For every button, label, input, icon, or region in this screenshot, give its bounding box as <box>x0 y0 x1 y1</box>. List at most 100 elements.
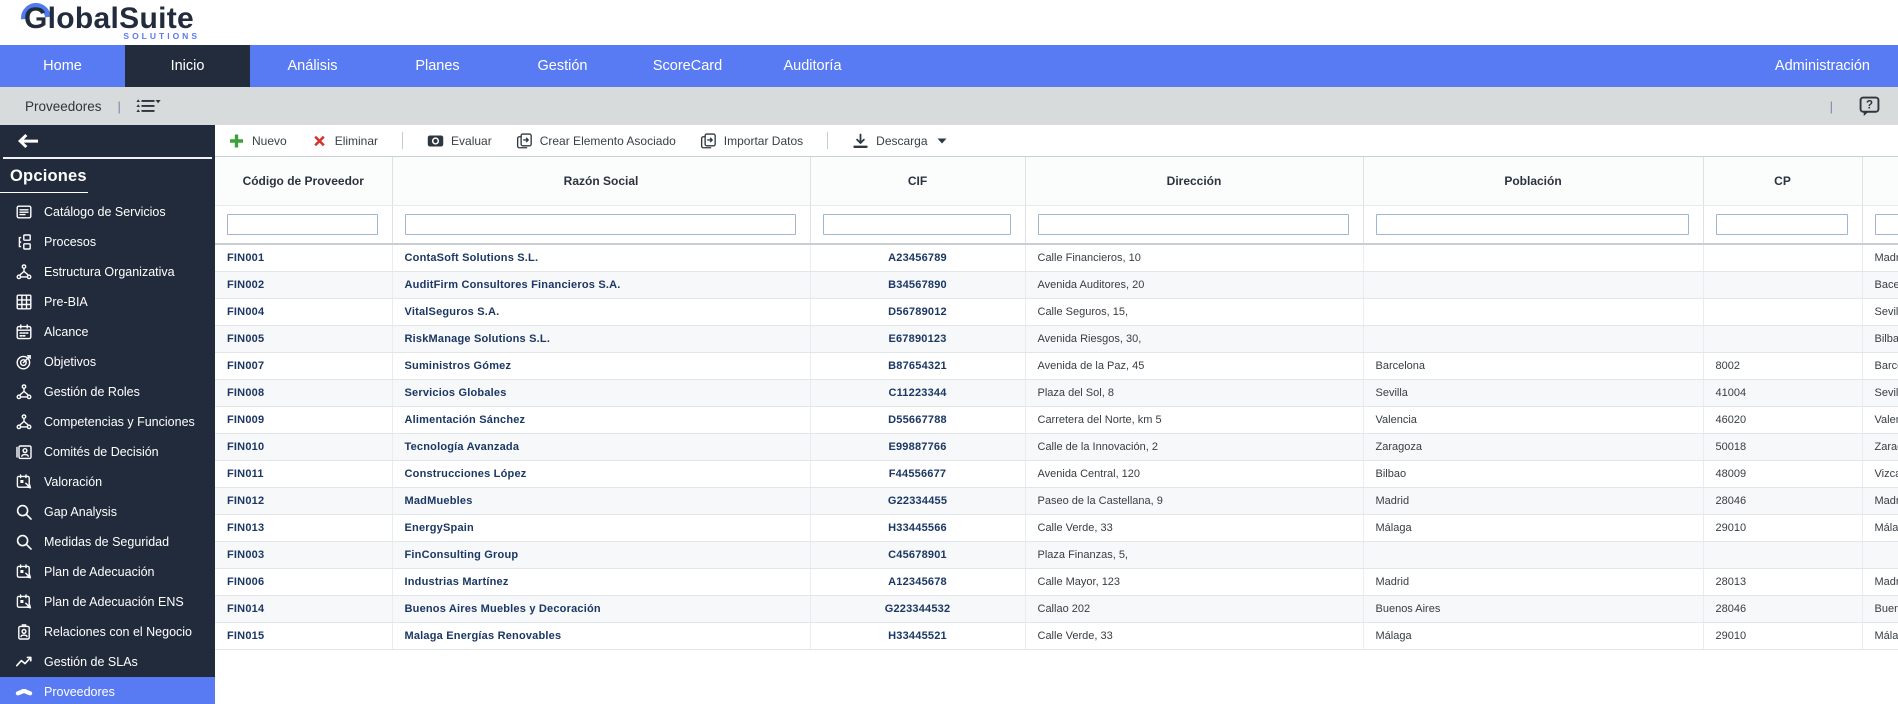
sidebar-item-valoracion[interactable]: Valoración <box>0 467 215 497</box>
column-header-razon-social[interactable]: Razón Social <box>392 157 811 206</box>
cell-cif[interactable]: F44556677 <box>810 460 1026 488</box>
cell-cif[interactable]: C45678901 <box>810 541 1026 569</box>
sidebar-item-procesos[interactable]: Procesos <box>0 227 215 257</box>
cell-cif[interactable]: G223344532 <box>810 595 1026 623</box>
nav-tab-gestion[interactable]: Gestión <box>500 45 625 87</box>
cell-razon-social[interactable]: Buenos Aires Muebles y Decoración <box>392 595 811 623</box>
cell-codigo-de-proveedor[interactable]: FIN002 <box>215 271 393 299</box>
table-row[interactable]: FIN014 Buenos Aires Muebles y Decoración G… <box>215 595 1898 623</box>
cell-cif[interactable]: C11223344 <box>810 379 1026 407</box>
cell-codigo-de-proveedor[interactable]: FIN007 <box>215 352 393 380</box>
nav-tab-auditoria[interactable]: Auditoría <box>750 45 875 87</box>
cell-cif[interactable]: H33445566 <box>810 514 1026 542</box>
column-header-cp[interactable]: CP <box>1703 157 1863 206</box>
cell-cif[interactable]: A12345678 <box>810 568 1026 596</box>
cell-codigo-de-proveedor[interactable]: FIN015 <box>215 622 393 650</box>
nav-tab-scorecard[interactable]: ScoreCard <box>625 45 750 87</box>
sidebar-item-pre-bia[interactable]: Pre-BIA <box>0 287 215 317</box>
sidebar-item-estructura-organizativa[interactable]: Estructura Organizativa <box>0 257 215 287</box>
sidebar-item-catalogo-de-servicios[interactable]: Catálogo de Servicios <box>0 197 215 227</box>
table-row[interactable]: FIN015 Malaga Energías Renovables H3344552… <box>215 622 1898 650</box>
cell-cif[interactable]: D56789012 <box>810 298 1026 326</box>
cell-razon-social[interactable]: FinConsulting Group <box>392 541 811 569</box>
cell-razon-social[interactable]: RiskManage Solutions S.L. <box>392 325 811 353</box>
cell-codigo-de-proveedor[interactable]: FIN011 <box>215 460 393 488</box>
cell-razon-social[interactable]: Construcciones López <box>392 460 811 488</box>
filter-input-cif[interactable] <box>822 213 1011 235</box>
cell-razon-social[interactable]: Industrias Martínez <box>392 568 811 596</box>
table-row[interactable]: FIN008 Servicios Globales C11223344 Plaza d… <box>215 379 1898 407</box>
nav-tab-analisis[interactable]: Análisis <box>250 45 375 87</box>
sidebar-item-plan-de-adecuacion[interactable]: Plan de Adecuación <box>0 557 215 587</box>
cell-cif[interactable]: G22334455 <box>810 487 1026 515</box>
cell-cif[interactable]: D55667788 <box>810 406 1026 434</box>
cell-codigo-de-proveedor[interactable]: FIN005 <box>215 325 393 353</box>
view-options-button[interactable] <box>135 97 161 115</box>
column-header-codigo-de-proveedor[interactable]: Código de Proveedor <box>215 157 393 206</box>
nav-tab-administracion[interactable]: Administración <box>1747 45 1898 87</box>
toolbar-button-nuevo[interactable]: Nuevo <box>228 133 287 149</box>
filter-input-col-6[interactable] <box>1874 213 1898 235</box>
cell-cif[interactable]: E99887766 <box>810 433 1026 461</box>
cell-cif[interactable]: E67890123 <box>810 325 1026 353</box>
cell-codigo-de-proveedor[interactable]: FIN014 <box>215 595 393 623</box>
cell-codigo-de-proveedor[interactable]: FIN004 <box>215 298 393 326</box>
sidebar-item-relaciones-con-el-negocio[interactable]: Relaciones con el Negocio <box>0 617 215 647</box>
sidebar-item-gap-analysis[interactable]: Gap Analysis <box>0 497 215 527</box>
sidebar-item-objetivos[interactable]: Objetivos <box>0 347 215 377</box>
sidebar-item-competencias-y-funciones[interactable]: Competencias y Funciones <box>0 407 215 437</box>
filter-input-direccion[interactable] <box>1037 213 1349 235</box>
nav-tab-planes[interactable]: Planes <box>375 45 500 87</box>
table-row[interactable]: FIN009 Alimentación Sánchez D55667788 Carre… <box>215 406 1898 434</box>
cell-codigo-de-proveedor[interactable]: FIN001 <box>215 244 393 272</box>
table-row[interactable]: FIN012 MadMuebles G22334455 Paseo de la Cas… <box>215 487 1898 515</box>
cell-cif[interactable]: B87654321 <box>810 352 1026 380</box>
cell-razon-social[interactable]: Suministros Gómez <box>392 352 811 380</box>
sidebar-item-gestion-de-slas[interactable]: Gestión de SLAs <box>0 647 215 677</box>
cell-codigo-de-proveedor[interactable]: FIN013 <box>215 514 393 542</box>
cell-codigo-de-proveedor[interactable]: FIN009 <box>215 406 393 434</box>
cell-codigo-de-proveedor[interactable]: FIN006 <box>215 568 393 596</box>
table-row[interactable]: FIN005 RiskManage Solutions S.L. E67890123… <box>215 325 1898 353</box>
table-row[interactable]: FIN001 ContaSoft Solutions S.L. A23456789 C… <box>215 244 1898 272</box>
column-header-col-6[interactable] <box>1862 157 1898 206</box>
sidebar-item-plan-de-adecuacion-ens[interactable]: Plan de Adecuación ENS <box>0 587 215 617</box>
column-header-cif[interactable]: CIF <box>810 157 1026 206</box>
cell-razon-social[interactable]: VitalSeguros S.A. <box>392 298 811 326</box>
sidebar-collapse-button[interactable] <box>17 133 39 149</box>
table-row[interactable]: FIN011 Construcciones López F44556677 Aveni… <box>215 460 1898 488</box>
filter-input-razon-social[interactable] <box>404 213 796 235</box>
table-row[interactable]: FIN006 Industrias Martínez A12345678 Calle … <box>215 568 1898 596</box>
toolbar-button-crear-elemento-asociado[interactable]: Crear Elemento Asociado <box>516 132 676 149</box>
sidebar-item-medidas-de-seguridad[interactable]: Medidas de Seguridad <box>0 527 215 557</box>
cell-razon-social[interactable]: AuditFirm Consultores Financieros S.A. <box>392 271 811 299</box>
cell-razon-social[interactable]: Servicios Globales <box>392 379 811 407</box>
cell-codigo-de-proveedor[interactable]: FIN012 <box>215 487 393 515</box>
cell-razon-social[interactable]: ContaSoft Solutions S.L. <box>392 244 811 272</box>
sidebar-item-comites-de-decision[interactable]: Comités de Decisión <box>0 437 215 467</box>
table-row[interactable]: FIN007 Suministros Gómez B87654321 Avenida … <box>215 352 1898 380</box>
cell-cif[interactable]: A23456789 <box>810 244 1026 272</box>
filter-input-poblacion[interactable] <box>1375 213 1689 235</box>
cell-razon-social[interactable]: Malaga Energías Renovables <box>392 622 811 650</box>
nav-tab-inicio[interactable]: Inicio <box>125 45 250 87</box>
column-header-direccion[interactable]: Dirección <box>1025 157 1364 206</box>
cell-cif[interactable]: B34567890 <box>810 271 1026 299</box>
toolbar-button-eliminar[interactable]: Eliminar <box>311 133 378 149</box>
help-button[interactable]: ? <box>1859 96 1880 117</box>
cell-codigo-de-proveedor[interactable]: FIN008 <box>215 379 393 407</box>
table-row[interactable]: FIN002 AuditFirm Consultores Financieros … <box>215 271 1898 299</box>
sidebar-item-gestion-de-roles[interactable]: Gestión de Roles <box>0 377 215 407</box>
table-row[interactable]: FIN010 Tecnología Avanzada E99887766 Calle … <box>215 433 1898 461</box>
sidebar-item-proveedores[interactable]: Proveedores <box>0 677 215 704</box>
filter-input-codigo-de-proveedor[interactable] <box>227 213 378 235</box>
cell-codigo-de-proveedor[interactable]: FIN003 <box>215 541 393 569</box>
cell-razon-social[interactable]: MadMuebles <box>392 487 811 515</box>
table-row[interactable]: FIN013 EnergySpain H33445566 Calle Verde, 3… <box>215 514 1898 542</box>
cell-cif[interactable]: H33445521 <box>810 622 1026 650</box>
filter-input-cp[interactable] <box>1715 213 1848 235</box>
cell-razon-social[interactable]: Tecnología Avanzada <box>392 433 811 461</box>
column-header-poblacion[interactable]: Población <box>1363 157 1704 206</box>
sidebar-item-alcance[interactable]: Alcance <box>0 317 215 347</box>
cell-razon-social[interactable]: EnergySpain <box>392 514 811 542</box>
